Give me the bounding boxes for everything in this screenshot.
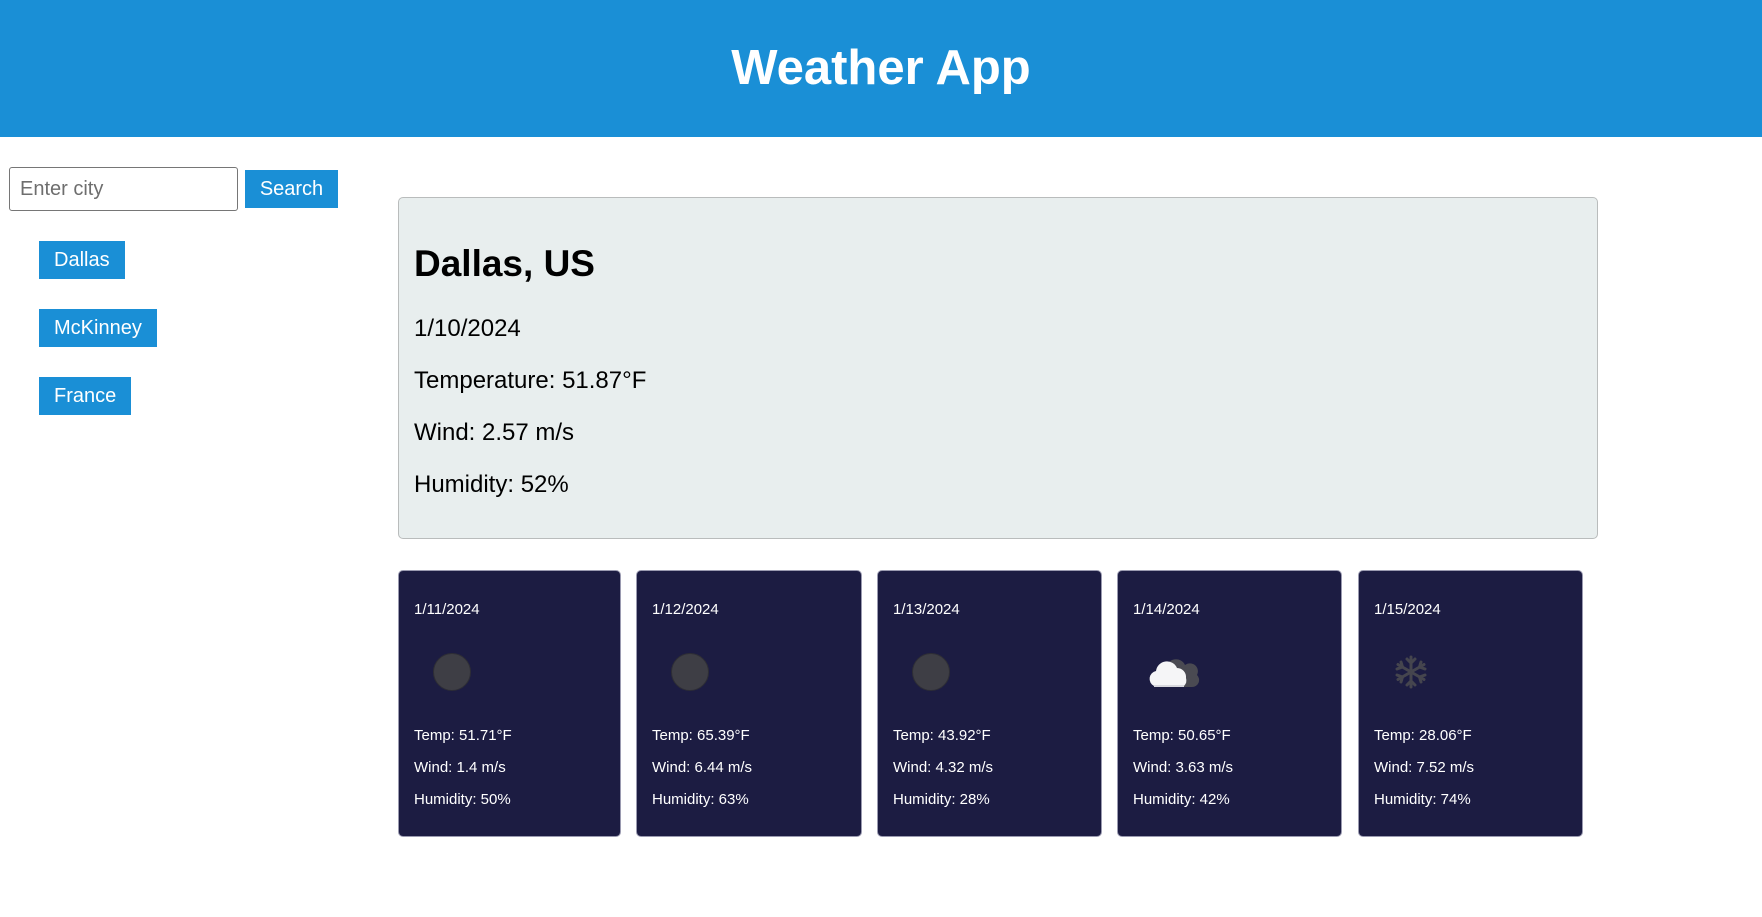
app-title: Weather App <box>731 40 1031 95</box>
night-clear-icon <box>432 652 472 692</box>
app-header: Weather App <box>0 0 1762 137</box>
forecast-date: 1/13/2024 <box>893 601 960 618</box>
forecast-temp: Temp: 43.92°F <box>893 727 991 744</box>
forecast-wind: Wind: 4.32 m/s <box>893 759 994 776</box>
city-search-input[interactable] <box>9 167 238 211</box>
forecast-temp: Temp: 50.65°F <box>1133 727 1231 744</box>
forecast-temp: Temp: 28.06°F <box>1374 727 1472 744</box>
forecast-card: 1/14/2024 Temp: 50.65°F Wind: 3.63 m/s H… <box>1117 570 1342 837</box>
forecast-card: 1/13/2024 Temp: 43.92°F Wind: 4.32 m/s H… <box>877 570 1102 837</box>
snow-icon <box>1393 654 1429 690</box>
forecast-card: 1/12/2024 Temp: 65.39°F Wind: 6.44 m/s H… <box>636 570 862 837</box>
forecast-wind: Wind: 3.63 m/s <box>1133 759 1234 776</box>
forecast-date: 1/14/2024 <box>1133 601 1200 618</box>
current-weather-card: Dallas, US 1/10/2024 Temperature: 51.87°… <box>398 197 1598 539</box>
current-wind: Wind: 2.57 m/s <box>414 419 575 446</box>
forecast-wind: Wind: 7.52 m/s <box>1374 759 1475 776</box>
forecast-humidity: Humidity: 42% <box>1133 791 1230 808</box>
forecast-humidity: Humidity: 50% <box>414 791 511 808</box>
forecast-temp: Temp: 51.71°F <box>414 727 512 744</box>
history-button-dallas[interactable]: Dallas <box>39 241 125 279</box>
forecast-date: 1/15/2024 <box>1374 601 1441 618</box>
night-clear-icon <box>911 652 951 692</box>
forecast-humidity: Humidity: 74% <box>1374 791 1471 808</box>
forecast-temp: Temp: 65.39°F <box>652 727 750 744</box>
forecast-date: 1/11/2024 <box>414 601 480 618</box>
forecast-wind: Wind: 1.4 m/s <box>414 759 506 776</box>
forecast-humidity: Humidity: 63% <box>652 791 749 808</box>
forecast-date: 1/12/2024 <box>652 601 719 618</box>
history-button-france[interactable]: France <box>39 377 132 415</box>
current-date: 1/10/2024 <box>414 315 521 342</box>
broken-clouds-icon <box>1144 648 1200 692</box>
forecast-card: 1/15/2024 Temp: 28.06°F Wind: 7.52 m/s H… <box>1358 570 1583 837</box>
night-clear-icon <box>670 652 710 692</box>
history-button-mckinney[interactable]: McKinney <box>39 309 157 347</box>
current-temperature: Temperature: 51.87°F <box>414 367 647 394</box>
current-city: Dallas, US <box>414 243 595 284</box>
forecast-card: 1/11/2024 Temp: 51.71°F Wind: 1.4 m/s Hu… <box>398 570 621 837</box>
search-button[interactable]: Search <box>245 170 338 208</box>
forecast-wind: Wind: 6.44 m/s <box>652 759 753 776</box>
current-humidity: Humidity: 52% <box>414 471 569 498</box>
forecast-humidity: Humidity: 28% <box>893 791 990 808</box>
